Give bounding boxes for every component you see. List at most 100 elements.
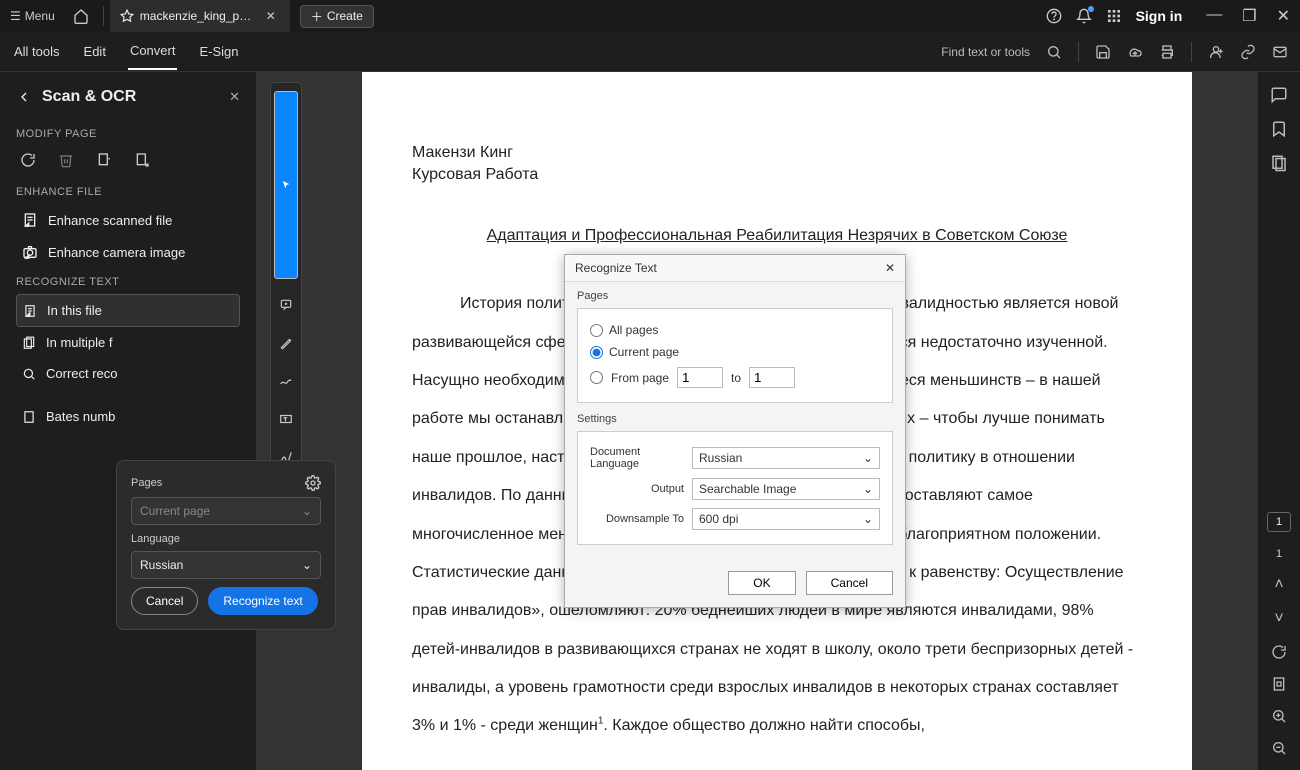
title-bar-right: Sign in — ❐ ✕ (1036, 6, 1300, 26)
select-tool-icon[interactable] (274, 91, 298, 279)
page-up-icon[interactable]: ˄ (1274, 576, 1283, 594)
star-icon (120, 9, 134, 23)
dialog-settings-label: Settings (577, 411, 893, 431)
bell-icon[interactable] (1076, 8, 1092, 24)
radio-label: All pages (609, 323, 658, 337)
back-icon[interactable] (16, 89, 32, 105)
doc-lang-label: Document Language (590, 446, 684, 470)
file-icon (22, 410, 36, 424)
enhance-camera-image[interactable]: Enhance camera image (16, 236, 240, 268)
sign-in-button[interactable]: Sign in (1136, 8, 1183, 24)
doc-author: Макензи Кинг (412, 142, 1142, 164)
popover-recognize-button[interactable]: Recognize text (208, 587, 317, 615)
thumbnails-panel-icon[interactable] (1270, 154, 1288, 172)
zoom-out-icon[interactable] (1271, 740, 1287, 756)
toolbar-convert[interactable]: Convert (128, 33, 178, 70)
doc-title: Адаптация и Профессиональная Реабилитаци… (412, 217, 1142, 255)
dialog-ok-button[interactable]: OK (728, 571, 795, 595)
section-enhance-label: ENHANCE FILE (16, 178, 240, 204)
toolbar-all-tools[interactable]: All tools (12, 34, 62, 69)
popover-lang-select[interactable]: Russian ⌄ (131, 551, 321, 579)
doc-subtitle: Курсовая Работа (412, 164, 1142, 186)
gear-icon[interactable] (305, 475, 321, 491)
search-icon[interactable] (1046, 44, 1062, 60)
output-select[interactable]: Searchable Image⌄ (692, 478, 880, 500)
menu-button[interactable]: ☰ Menu (0, 9, 65, 23)
dialog-cancel-button[interactable]: Cancel (806, 571, 893, 595)
cloud-icon[interactable] (1127, 44, 1143, 60)
dialog-pages-label: Pages (577, 288, 893, 308)
radio-all-pages[interactable] (590, 324, 603, 337)
close-window-icon[interactable]: ✕ (1277, 6, 1290, 26)
rotate-view-icon[interactable] (1271, 644, 1287, 660)
page-number-input[interactable]: 1 (1267, 512, 1291, 532)
doc-lang-select[interactable]: Russian⌄ (692, 447, 880, 469)
downsample-select[interactable]: 600 dpi⌄ (692, 508, 880, 530)
help-icon[interactable] (1046, 8, 1062, 24)
dialog-title: Recognize Text (575, 261, 657, 275)
page-down-icon[interactable]: ˅ (1274, 610, 1283, 628)
popover-cancel-button[interactable]: Cancel (131, 587, 198, 615)
recognize-text-dialog: Recognize Text ✕ Pages All pages Current… (564, 254, 906, 608)
popover-pages-select[interactable]: Current page ⌄ (131, 497, 321, 525)
insert-page-icon[interactable] (96, 152, 112, 168)
apps-icon[interactable] (1106, 8, 1122, 24)
bookmarks-panel-icon[interactable] (1270, 120, 1288, 138)
share-icon[interactable] (1208, 44, 1224, 60)
magnify-icon (22, 367, 36, 381)
link-icon[interactable] (1240, 44, 1256, 60)
highlight-tool-icon[interactable] (274, 331, 298, 355)
tab-close-icon[interactable]: ✕ (262, 9, 280, 23)
hamburger-icon: ☰ (10, 9, 21, 23)
menu-label: Menu (25, 9, 55, 23)
toolbar-edit[interactable]: Edit (82, 34, 108, 69)
item-label: Bates numb (46, 409, 115, 424)
create-label: Create (327, 9, 363, 23)
item-label: In this file (47, 303, 102, 318)
page-total: 1 (1276, 548, 1282, 560)
toolbar-esign[interactable]: E-Sign (197, 34, 240, 69)
recognize-in-this-file[interactable]: In this file (16, 294, 240, 327)
textbox-tool-icon[interactable] (274, 407, 298, 431)
select-value: Searchable Image (699, 482, 796, 496)
panel-close-icon[interactable]: ✕ (229, 89, 240, 105)
comments-panel-icon[interactable] (1270, 86, 1288, 104)
fit-page-icon[interactable] (1271, 676, 1287, 692)
minimize-icon[interactable]: — (1206, 6, 1222, 26)
recognize-multiple-files[interactable]: In multiple f (16, 327, 240, 358)
print-icon[interactable] (1159, 44, 1175, 60)
radio-label: Current page (609, 345, 679, 359)
panel-title: Scan & OCR (42, 88, 219, 106)
create-button[interactable]: ＋ Create (300, 5, 374, 28)
home-icon[interactable] (65, 8, 97, 24)
search-label: Find text or tools (941, 45, 1030, 59)
select-value: Current page (140, 504, 210, 518)
extract-page-icon[interactable] (134, 152, 150, 168)
save-icon[interactable] (1095, 44, 1111, 60)
from-page-input[interactable] (677, 367, 723, 388)
tab-title: mackenzie_king_pdf pa... (140, 9, 256, 23)
draw-tool-icon[interactable] (274, 369, 298, 393)
recognize-quick-popover: Pages Current page ⌄ Language Russian ⌄ … (116, 460, 336, 630)
to-page-input[interactable] (749, 367, 795, 388)
select-value: Russian (140, 558, 183, 572)
zoom-in-icon[interactable] (1271, 708, 1287, 724)
correct-recognized[interactable]: Correct reco (16, 358, 240, 389)
bates-numbering[interactable]: Bates numb (16, 401, 240, 432)
maximize-icon[interactable]: ❐ (1242, 6, 1256, 26)
title-bar: ☰ Menu mackenzie_king_pdf pa... ✕ ＋ Crea… (0, 0, 1300, 32)
main-toolbar: All tools Edit Convert E-Sign Find text … (0, 32, 1300, 72)
comment-tool-icon[interactable] (274, 293, 298, 317)
radio-current-page[interactable] (590, 346, 603, 359)
camera-icon (22, 244, 38, 260)
output-label: Output (651, 483, 684, 495)
enhance-scanned-file[interactable]: Enhance scanned file (16, 204, 240, 236)
document-tab[interactable]: mackenzie_king_pdf pa... ✕ (110, 0, 290, 32)
rotate-icon[interactable] (20, 152, 36, 168)
radio-from-page[interactable] (590, 371, 603, 384)
dialog-close-icon[interactable]: ✕ (885, 261, 895, 275)
popover-lang-label: Language (131, 533, 321, 545)
trash-icon[interactable] (58, 152, 74, 168)
mail-icon[interactable] (1272, 44, 1288, 60)
file-scan-icon (22, 212, 38, 228)
